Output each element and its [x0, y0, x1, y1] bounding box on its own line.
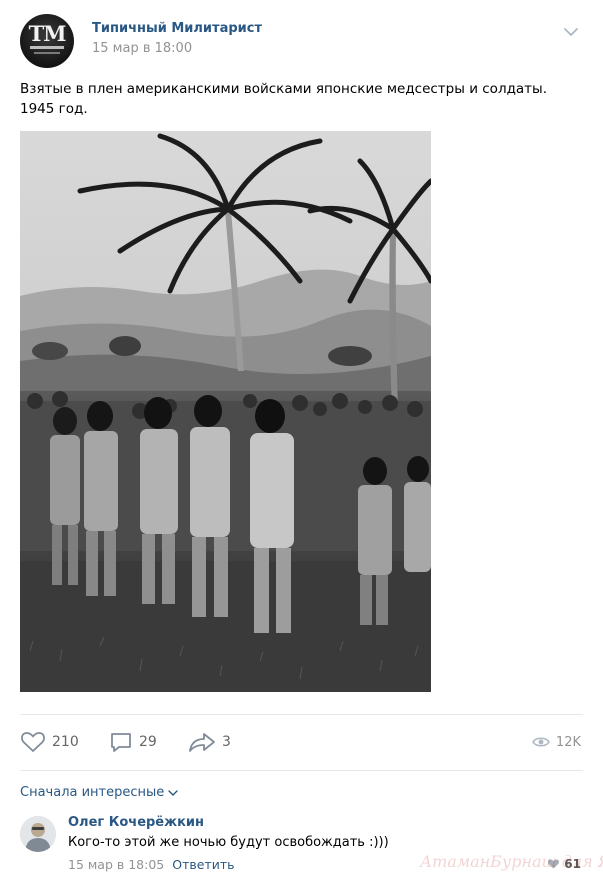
avatar-photo	[20, 816, 56, 852]
commenter-avatar[interactable]	[20, 816, 56, 852]
comment-icon	[111, 733, 131, 752]
comment-author[interactable]: Олег Кочерёжкин	[68, 815, 204, 830]
comment-text: Кого-то этой же ночью будут освобождать …	[68, 835, 389, 850]
post-author[interactable]: Типичный Милитарист	[92, 21, 262, 36]
actions-divider-top	[20, 714, 583, 715]
post-photo[interactable]	[20, 131, 431, 692]
comment-count: 29	[139, 734, 157, 750]
views-counter: 12K	[532, 727, 581, 757]
heart-icon	[21, 732, 45, 752]
share-button[interactable]: 3	[188, 727, 231, 757]
post-date[interactable]: 15 мар в 18:00	[92, 41, 192, 56]
post-actions: 210 29 3 12K	[20, 727, 583, 757]
like-count: 210	[52, 734, 79, 750]
views-count: 12K	[555, 734, 581, 750]
chevron-down-icon	[168, 789, 178, 796]
post-text: Взятые в плен американскими войсками япо…	[20, 81, 547, 117]
sort-label: Сначала интересные	[20, 785, 165, 800]
reply-button[interactable]: Ответить	[172, 857, 234, 872]
eye-icon	[532, 737, 550, 747]
photo-image	[20, 131, 431, 692]
share-icon	[189, 733, 215, 752]
avatar-stripe	[30, 46, 64, 49]
comment-meta: 15 мар в 18:05 Ответить	[68, 857, 234, 872]
watermark: АтаманБурнаш для ЯП	[420, 852, 603, 871]
post-header: TM Типичный Милитарист 15 мар в 18:00	[20, 14, 583, 68]
community-avatar[interactable]: TM	[20, 14, 74, 68]
comment-date[interactable]: 15 мар в 18:05	[68, 857, 164, 872]
avatar-stripe-2	[34, 52, 60, 54]
comment-button[interactable]: 29	[109, 727, 157, 757]
actions-divider-bottom	[20, 770, 583, 771]
share-count: 3	[222, 734, 231, 750]
like-button[interactable]: 210	[20, 727, 79, 757]
avatar-logo-text: TM	[28, 21, 67, 46]
comments-sort-dropdown[interactable]: Сначала интересные	[20, 785, 178, 800]
chevron-down-icon[interactable]	[563, 24, 579, 40]
